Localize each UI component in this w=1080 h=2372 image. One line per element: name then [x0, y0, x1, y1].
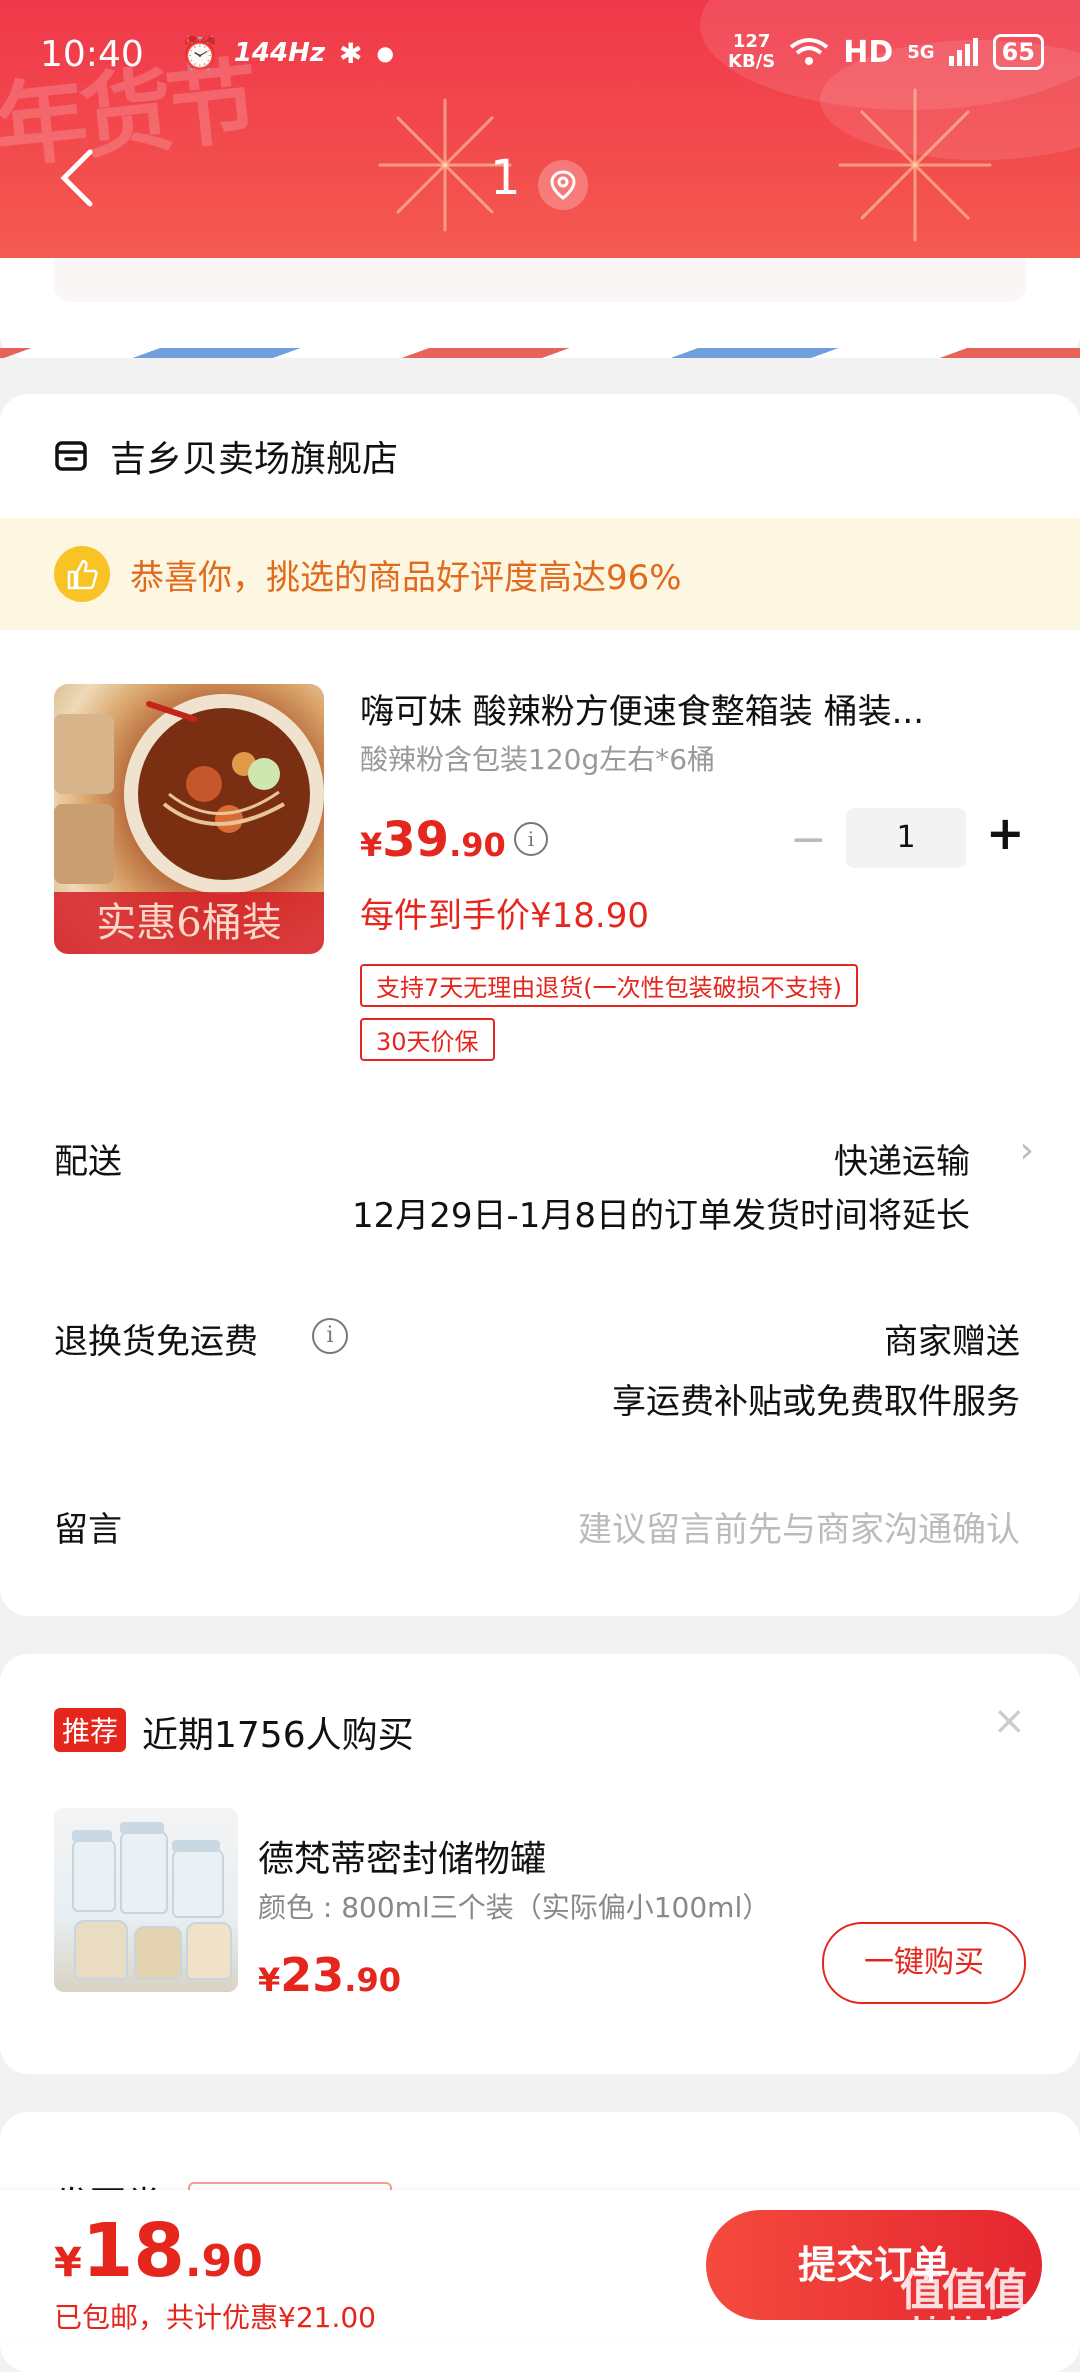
jar-illustration [74, 1920, 128, 1980]
product-spec[interactable]: 酸辣粉含包装120g左右*6桶 [360, 738, 715, 778]
price-symbol: ¥ [360, 826, 383, 864]
praise-text: 恭喜你，挑选的商品好评度高达96% [130, 558, 682, 598]
return-policy-tag: 支持7天无理由退货(一次性包装破损不支持) [360, 964, 858, 1007]
product-image[interactable]: 实惠6桶装 [54, 684, 324, 954]
status-right-icons: 127 KB/S HD 5G 65 [728, 32, 1044, 72]
price-decimal: .90 [344, 1961, 401, 1999]
delivery-label: 配送 [54, 1142, 122, 1182]
quantity-input[interactable]: 1 [846, 808, 966, 868]
price-symbol: ¥ [54, 2240, 82, 2286]
location-pin-icon [550, 170, 576, 200]
recommend-item-spec: 颜色 : 800ml三个装（实际偏小100ml） [258, 1891, 771, 1924]
close-icon[interactable]: × [992, 1698, 1026, 1744]
address-card[interactable] [0, 258, 1080, 358]
location-button[interactable] [538, 160, 588, 210]
price-integer: 18 [81, 2208, 185, 2294]
firework-icon [838, 88, 992, 242]
page-title: 1 [490, 150, 521, 206]
return-shipping-value: 商家赠送 [884, 1322, 1020, 1362]
return-shipping-info-icon[interactable]: i [312, 1318, 348, 1354]
recommend-card: 推荐 近期1756人购买 × 德梵蒂密封储物罐 颜色 : 800ml三个装（实际… [0, 1654, 1080, 2074]
jar-illustration [72, 1830, 116, 1912]
recommend-item-name[interactable]: 德梵蒂密封储物罐 [258, 1830, 546, 1882]
header-banner: 年货节 10:40 ⏰ 144Hz ✱ ● 127 KB/S HD 5G 65 … [0, 0, 1080, 258]
bluetooth-icon: ✱ [339, 36, 363, 70]
one-click-buy-button[interactable]: 一键购买 [822, 1922, 1026, 2004]
wifi-icon [790, 38, 829, 65]
address-inner [54, 258, 1026, 302]
net-speed-unit: KB/S [728, 51, 776, 72]
shop-header[interactable]: 吉乡贝卖场旗舰店 [54, 430, 398, 482]
product-title[interactable]: 嗨可妹 酸辣粉方便速食整箱装 桶装... [360, 684, 1020, 733]
jar-illustration [186, 1922, 232, 1980]
recommend-title: 近期1756人购买 [142, 1715, 414, 1756]
praise-bar: 恭喜你，挑选的商品好评度高达96% [0, 518, 1080, 630]
quantity-plus-button[interactable]: + [986, 806, 1025, 860]
recommend-item-price: ¥23.90 [258, 1948, 401, 2002]
network-type: 5G [907, 41, 935, 63]
product-price: ¥39.90 [360, 812, 506, 868]
price-protection-tag: 30天价保 [360, 1018, 495, 1061]
airmail-border [0, 348, 1080, 358]
return-shipping-label: 退换货免运费 [54, 1322, 258, 1362]
signal-icon [948, 38, 978, 66]
chevron-right-icon[interactable]: › [1020, 1130, 1034, 1171]
battery-indicator: 65 [992, 34, 1044, 70]
jar-illustration [134, 1926, 182, 1980]
recommend-item-image[interactable] [54, 1808, 238, 1992]
total-summary: 已包邮，共计优惠¥21.00 [54, 2301, 376, 2334]
dot-icon: ● [376, 41, 394, 65]
shop-name: 吉乡贝卖场旗舰店 [110, 439, 399, 480]
price-info-icon[interactable]: i [514, 822, 548, 856]
alarm-icon: ⏰ [180, 34, 220, 72]
price-decimal: .90 [184, 2236, 263, 2287]
message-input[interactable]: 建议留言前先与商家沟通确认 [578, 1502, 1020, 1551]
price-integer: 39 [382, 812, 450, 868]
product-image-badge: 实惠6桶装 [54, 892, 324, 954]
shop-card: 吉乡贝卖场旗舰店 恭喜你，挑选的商品好评度高达96% 实惠6桶装 嗨可妹 酸辣粉… [0, 394, 1080, 1616]
store-icon [55, 441, 87, 471]
delivery-method[interactable]: 快递运输 [834, 1134, 970, 1183]
per-item-price: 每件到手价¥18.90 [360, 896, 649, 936]
watermark: 值值值 zhizhizhi.com [900, 2265, 1068, 2340]
jar-illustration [172, 1840, 224, 1918]
message-label: 留言 [54, 1510, 122, 1550]
net-speed-value: 127 [732, 31, 771, 52]
status-left-icons: ⏰ 144Hz ✱ ● [180, 34, 394, 72]
price-symbol: ¥ [258, 1961, 281, 1999]
return-shipping-note: 享运费补贴或免费取件服务 [612, 1382, 1020, 1422]
refresh-rate: 144Hz [233, 38, 326, 68]
price-decimal: .90 [449, 826, 506, 864]
back-arrow-icon[interactable] [56, 148, 100, 208]
quantity-minus-button[interactable]: − [790, 814, 827, 865]
hd-label: HD [843, 34, 894, 70]
status-time: 10:40 [40, 34, 144, 75]
watermark-url: zhizhizhi.com [900, 2314, 1068, 2339]
price-integer: 23 [280, 1948, 345, 2002]
jar-illustration [120, 1822, 168, 1914]
total-price: ¥18.90 [54, 2208, 263, 2294]
status-bar: 10:40 ⏰ 144Hz ✱ ● 127 KB/S HD 5G 65 [0, 28, 1080, 88]
recommend-badge: 推荐 [54, 1708, 127, 1752]
thumbs-up-icon [54, 546, 110, 602]
watermark-logo: 值值值 [900, 2265, 1028, 2316]
delivery-note: 12月29日-1月8日的订单发货时间将延长 [351, 1196, 970, 1236]
net-speed: 127 KB/S [728, 32, 775, 72]
